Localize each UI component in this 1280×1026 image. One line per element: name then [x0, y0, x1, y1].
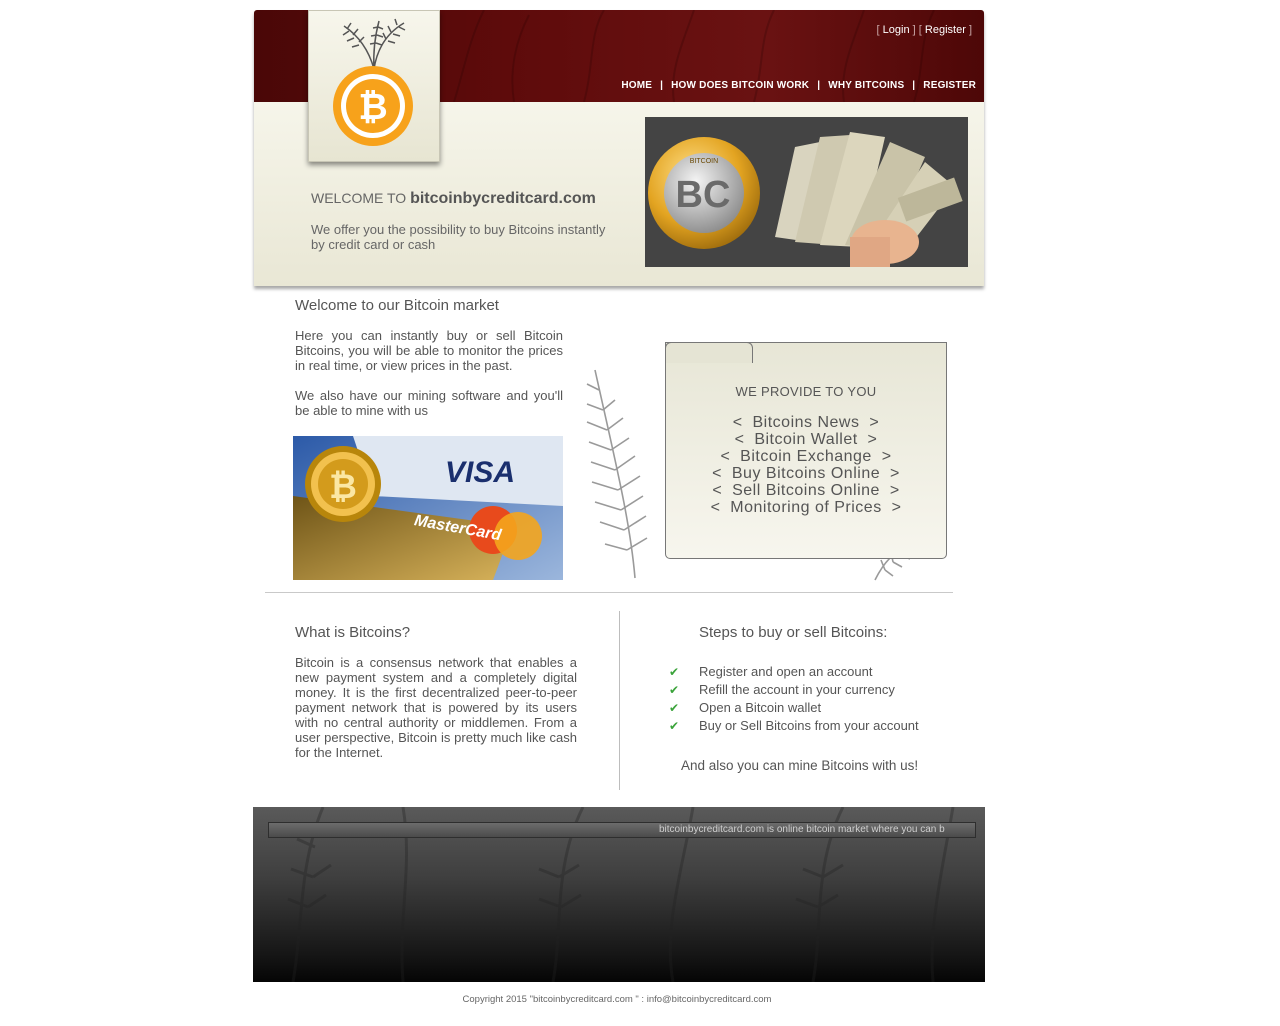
what-is-bitcoin-title: What is Bitcoins?: [295, 624, 411, 641]
mining-note: And also you can mine Bitcoins with us!: [681, 758, 919, 773]
svg-text:₿: ₿: [329, 468, 357, 506]
panel-tab-active[interactable]: [665, 342, 753, 363]
nav-separator: |: [912, 80, 916, 91]
step-text: Register and open an account: [699, 664, 873, 679]
checkmark-icon: ✔: [669, 719, 680, 733]
bracket: ]: [912, 24, 916, 36]
bracket: [: [918, 24, 922, 36]
welcome-heading: WELCOME TO bitcoinbycreditcard.com: [311, 190, 596, 208]
news-ticker: bitcoinbycreditcard.com is online bitcoi…: [268, 822, 976, 838]
contact-email-link[interactable]: info@bitcoinbycreditcard.com: [647, 994, 772, 1005]
market-paragraph: Here you can instantly buy or sell Bitco…: [295, 328, 563, 373]
credit-cards-image: VISA MasterCard ₿: [293, 436, 563, 580]
step-item: ✔ Register and open an account: [669, 663, 919, 681]
bitcoin-coin-and-cash-illustration: BC BITCOIN: [645, 117, 968, 267]
service-link-bitcoins-news[interactable]: < Bitcoins News >: [665, 414, 947, 431]
market-paragraph: We also have our mining software and you…: [295, 388, 563, 418]
checkmark-icon: ✔: [669, 665, 680, 679]
login-link[interactable]: Login: [883, 24, 910, 36]
hero-coin-letters: BC: [676, 174, 731, 216]
bracket: [: [876, 24, 880, 36]
copyright: Copyright 2015 "bitcoinbycreditcard.com …: [0, 994, 1234, 1005]
service-link-sell-bitcoins-online[interactable]: < Sell Bitcoins Online >: [665, 482, 947, 499]
copyright-text: Copyright 2015 "bitcoinbycreditcard.com …: [462, 994, 645, 1005]
welcome-site-name: bitcoinbycreditcard.com: [410, 190, 596, 207]
service-link-bitcoin-exchange[interactable]: < Bitcoin Exchange >: [665, 448, 947, 465]
steps-title: Steps to buy or sell Bitcoins:: [699, 624, 888, 641]
nav-how-does-bitcoin-work[interactable]: HOW DOES BITCOIN WORK: [671, 80, 809, 91]
logo[interactable]: ₿: [308, 10, 440, 162]
bitcoin-logo-icon: ₿: [333, 18, 413, 146]
services-title: WE PROVIDE TO YOU: [735, 384, 877, 399]
section-divider: [265, 592, 953, 593]
welcome-prefix: WELCOME TO: [311, 190, 407, 206]
hero-coin-text: BITCOIN: [690, 158, 718, 165]
bracket: ]: [968, 24, 972, 36]
step-text: Refill the account in your currency: [699, 682, 895, 697]
nav-register[interactable]: REGISTER: [923, 80, 976, 91]
svg-text:₿: ₿: [358, 86, 387, 127]
visa-mastercard-bitcoin-illustration: VISA MasterCard ₿: [293, 436, 563, 580]
nav-separator: |: [660, 80, 664, 91]
nav-separator: |: [817, 80, 821, 91]
welcome-text: We offer you the possibility to buy Bitc…: [311, 222, 606, 252]
main-navigation: HOME | HOW DOES BITCOIN WORK | WHY BITCO…: [621, 80, 976, 91]
step-text: Buy or Sell Bitcoins from your account: [699, 718, 919, 733]
site-footer: bitcoinbycreditcard.com is online bitcoi…: [253, 807, 985, 982]
checkmark-icon: ✔: [669, 683, 680, 697]
hero-image: BC BITCOIN: [645, 117, 968, 267]
nav-home[interactable]: HOME: [621, 80, 652, 91]
steps-list: ✔ Register and open an account ✔ Refill th…: [669, 663, 919, 735]
step-item: ✔ Buy or Sell Bitcoins from your account: [669, 717, 919, 735]
column-divider: [619, 611, 620, 790]
services-panel: WE PROVIDE TO YOU < Bitcoins News > < Bi…: [665, 342, 947, 559]
services-list: < Bitcoins News > < Bitcoin Wallet > < B…: [665, 414, 947, 516]
ticker-text: bitcoinbycreditcard.com is online bitcoi…: [659, 824, 945, 835]
step-text: Open a Bitcoin wallet: [699, 700, 822, 715]
service-link-monitoring-of-prices[interactable]: < Monitoring of Prices >: [665, 499, 947, 516]
register-link[interactable]: Register: [925, 24, 966, 36]
auth-links: [ Login ] [ Register ]: [877, 24, 972, 36]
visa-logo-text: VISA: [445, 456, 515, 489]
what-is-bitcoin-text: Bitcoin is a consensus network that enab…: [295, 655, 577, 760]
site-header: [ Login ] [ Register ] HOME | HOW DOES B…: [254, 10, 984, 286]
service-link-buy-bitcoins-online[interactable]: < Buy Bitcoins Online >: [665, 465, 947, 482]
step-item: ✔ Open a Bitcoin wallet: [669, 699, 919, 717]
service-link-bitcoin-wallet[interactable]: < Bitcoin Wallet >: [665, 431, 947, 448]
nav-why-bitcoins[interactable]: WHY BITCOINS: [828, 80, 904, 91]
step-item: ✔ Refill the account in your currency: [669, 681, 919, 699]
market-title: Welcome to our Bitcoin market: [295, 297, 499, 314]
checkmark-icon: ✔: [669, 701, 680, 715]
